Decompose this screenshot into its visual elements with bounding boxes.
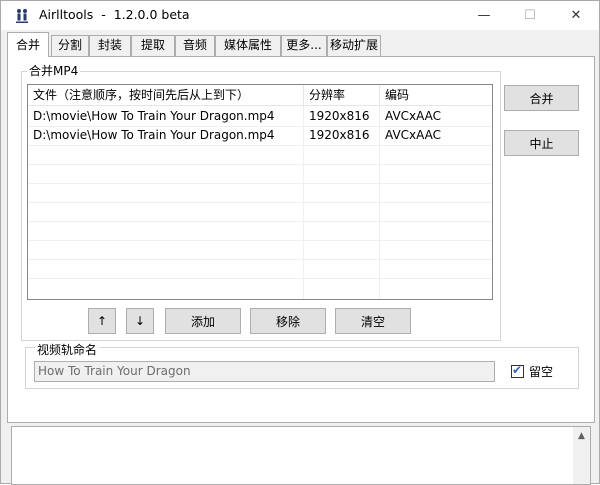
track-name-title: 视频轨命名	[35, 341, 100, 358]
table-row[interactable]: D:\movie\How To Train Your Dragon.mp4 19…	[28, 107, 492, 127]
tab-package[interactable]: 封装	[89, 35, 131, 56]
table-row[interactable]: D:\movie\How To Train Your Dragon.mp4 19…	[28, 126, 492, 146]
maximize-button[interactable]: ☐	[507, 1, 553, 30]
move-down-button[interactable]: ↓	[126, 308, 154, 334]
cell-resolution: 1920x816	[309, 109, 370, 123]
log-scrollbar[interactable]: ▲	[573, 427, 590, 484]
tab-media-info[interactable]: 媒体属性	[215, 35, 281, 56]
grid-line	[379, 106, 380, 299]
stop-button[interactable]: 中止	[504, 130, 579, 156]
window-title: Airlltools - 1.2.0.0 beta	[39, 7, 190, 22]
grid-line	[28, 164, 492, 165]
add-button[interactable]: 添加	[165, 308, 241, 334]
tab-split[interactable]: 分割	[51, 35, 89, 56]
cell-codec: AVCxAAC	[385, 109, 442, 123]
clear-button[interactable]: 清空	[335, 308, 411, 334]
keep-empty-checkbox[interactable]: ✔	[511, 363, 524, 378]
grid-line	[28, 126, 492, 127]
tab-merge[interactable]: 合并	[7, 32, 49, 57]
keep-empty-label[interactable]: 留空	[529, 363, 553, 380]
scroll-up-icon[interactable]: ▲	[573, 427, 590, 444]
tab-extract[interactable]: 提取	[131, 35, 175, 56]
list-header: 文件（注意顺序，按时间先后从上到下） 分辨率 编码	[28, 85, 492, 106]
grid-line	[28, 221, 492, 222]
cell-file: D:\movie\How To Train Your Dragon.mp4	[33, 128, 275, 142]
minimize-button[interactable]: —	[461, 1, 507, 30]
grid-line	[28, 259, 492, 260]
file-list[interactable]: 文件（注意顺序，按时间先后从上到下） 分辨率 编码 D:\movie\How T…	[27, 84, 493, 300]
app-logo-icon	[16, 9, 28, 23]
cell-codec: AVCxAAC	[385, 128, 442, 142]
tab-audio[interactable]: 音频	[175, 35, 215, 56]
grid-line	[28, 183, 492, 184]
check-icon: ✔	[512, 363, 523, 377]
grid-line	[28, 240, 492, 241]
log-output[interactable]: ▲	[11, 426, 591, 485]
column-header-codec[interactable]: 编码	[380, 85, 492, 106]
title-bar[interactable]: Airlltools - 1.2.0.0 beta — ☐ ✕	[1, 1, 599, 30]
merge-group-title: 合并MP4	[27, 62, 81, 79]
cell-file: D:\movie\How To Train Your Dragon.mp4	[33, 109, 275, 123]
track-name-input[interactable]: How To Train Your Dragon	[34, 361, 495, 382]
grid-line	[28, 145, 492, 146]
grid-line	[303, 106, 304, 299]
tab-mobile-ext[interactable]: 移动扩展	[327, 35, 381, 56]
column-header-resolution[interactable]: 分辨率	[304, 85, 380, 106]
column-header-file[interactable]: 文件（注意顺序，按时间先后从上到下）	[28, 85, 304, 106]
cell-resolution: 1920x816	[309, 128, 370, 142]
tab-more[interactable]: 更多...	[281, 35, 327, 56]
grid-line	[28, 202, 492, 203]
grid-line	[28, 278, 492, 279]
merge-button[interactable]: 合并	[504, 85, 579, 111]
move-up-button[interactable]: ↑	[88, 308, 116, 334]
app-window: Airlltools - 1.2.0.0 beta — ☐ ✕ 合并 分割 封装…	[0, 0, 600, 485]
remove-button[interactable]: 移除	[250, 308, 326, 334]
close-button[interactable]: ✕	[553, 1, 599, 30]
